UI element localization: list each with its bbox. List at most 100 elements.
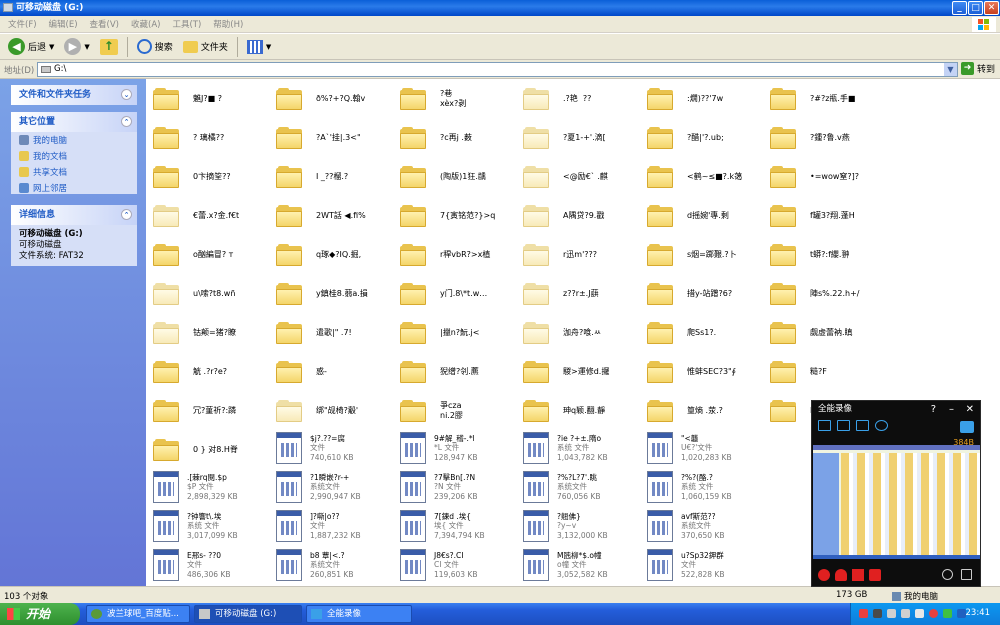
folder-item[interactable]: ?巷 xèx?剥 (393, 81, 513, 117)
folder-item[interactable]: I _??榴.? (269, 159, 389, 195)
tray-icon[interactable] (859, 609, 868, 618)
address-input[interactable]: G:\ ▼ (37, 62, 958, 77)
file-item[interactable]: "<龘 U€?'文件 1,020,283 KB (640, 430, 760, 466)
file-item[interactable]: ]?嘶|o?? 文件 1,887,232 KB (269, 508, 389, 544)
folder-item[interactable]: €蕾.x?金.f€t (146, 198, 266, 234)
details-panel-header[interactable]: 详细信息 ⌃ (11, 205, 137, 225)
folder-item[interactable]: t蟒?:f纓.翀 (763, 237, 883, 273)
search-button[interactable]: 搜索 (133, 36, 177, 58)
menu-favorites[interactable]: 收藏(A) (125, 18, 166, 30)
camera-icon[interactable] (869, 569, 881, 581)
stop-icon[interactable] (852, 569, 864, 581)
folder-item[interactable]: ?夏1-+'.滴[ (516, 120, 636, 156)
task-explorer[interactable]: 可移动磁盘 (G:) (194, 605, 302, 623)
network-icon[interactable] (887, 609, 896, 618)
folder-item[interactable]: 措y-站蹭?6? (640, 276, 760, 312)
folder-item[interactable]: <@励€` .麒 (516, 159, 636, 195)
chevron-up-icon[interactable]: ⌃ (121, 209, 132, 220)
views-button[interactable]: ▼ (243, 36, 275, 58)
close-button[interactable]: ✕ (984, 1, 999, 15)
folder-item[interactable]: d摇婉'專.剩 (640, 198, 760, 234)
folder-item[interactable]: 遣歌|" .7! (269, 315, 389, 351)
place-network[interactable]: 网上邻居 (11, 180, 137, 196)
folder-item[interactable]: •=wow窒?]? (763, 159, 883, 195)
chevron-down-icon[interactable]: ⌄ (121, 89, 132, 100)
task-browser[interactable]: 波兰球吧_百度贴... (86, 605, 190, 623)
folder-item[interactable]: f罐3?翔.蓬H (763, 198, 883, 234)
folder-item[interactable]: 7{寅铭范?}>q (393, 198, 513, 234)
file-item[interactable]: ?钟響t\.埃 系统 文件 3,017,099 KB (146, 508, 266, 544)
settings-icon[interactable] (942, 569, 953, 580)
back-button[interactable]: ◀ 后退 ▼ (4, 36, 58, 58)
menu-help[interactable]: 帮助(H) (207, 18, 249, 30)
folder-item[interactable]: 钴颠=猪?瞭 (146, 315, 266, 351)
place-my-documents[interactable]: 我的文档 (11, 148, 137, 164)
folder-item[interactable]: ð%?+?Q.翰v (269, 81, 389, 117)
folder-item[interactable]: r迅m'??? (516, 237, 636, 273)
folder-item[interactable]: u\嗦?t8.wñ (146, 276, 266, 312)
recorder-minimize-button[interactable]: – (949, 401, 954, 418)
file-item[interactable]: E邢s- ??0 文件 486,306 KB (146, 547, 266, 583)
file-item[interactable]: 9#解_稽-.*l *L 文件 128,947 KB (393, 430, 513, 466)
volume-icon[interactable] (915, 609, 924, 618)
folder-item[interactable]: <鹤~≤■?.k蔼 (640, 159, 760, 195)
folder-item[interactable]: 0 } 对8.H脊 (146, 432, 266, 468)
go-button[interactable]: ➜ 转到 (961, 62, 995, 75)
folder-item[interactable]: ? 璃橘?? (146, 120, 266, 156)
file-item[interactable]: ?翹佛} ?y~v 3,132,000 KB (516, 508, 636, 544)
folder-item[interactable]: 陣s%.22.h+/ (763, 276, 883, 312)
file-item[interactable]: $j?.??=腐 文件 740,610 KB (269, 430, 389, 466)
maximize-button[interactable]: □ (968, 1, 983, 15)
file-item[interactable]: 7[鍊d .埃{埃{ 文件 7,394,794 KB (393, 508, 513, 544)
folder-item[interactable]: 冗?菫祈?:蹸 (146, 393, 266, 429)
folder-item[interactable]: 爬Ss1?. (640, 315, 760, 351)
folder-item[interactable]: :燗)??'7w (640, 81, 760, 117)
other-places-header[interactable]: 其它位置 ⌃ (11, 112, 137, 132)
folder-item[interactable]: 0卞摘筌?? (146, 159, 266, 195)
folder-item[interactable]: ?鍾?鲁.v燕 (763, 120, 883, 156)
folder-item[interactable]: 惑- (269, 354, 389, 390)
folder-item[interactable]: q琢◆?IQ.掘, (269, 237, 389, 273)
folder-item[interactable]: y鎮桂8.蒻a.損 (269, 276, 389, 312)
folder-item[interactable]: ?c再j .薮 (393, 120, 513, 156)
folder-item[interactable]: 惟蚌SEC?3"∮ (640, 354, 760, 390)
folder-item[interactable]: s烟=踯艱.?卜 (640, 237, 760, 273)
tray-icon[interactable] (943, 609, 952, 618)
menu-view[interactable]: 查看(V) (84, 18, 125, 30)
folder-item[interactable]: 爭cza ni.2膠 (393, 393, 513, 429)
folder-item[interactable]: 觥 .?r?e? (146, 354, 266, 390)
file-item[interactable]: avf斯范?? 系统文件 370,650 KB (640, 508, 760, 544)
refresh-icon[interactable] (875, 420, 888, 431)
file-item[interactable]: J8€s?.CI CI 文件 119,603 KB (393, 547, 513, 583)
folder-item[interactable]: ?A`'挂|.3<" (269, 120, 389, 156)
clock[interactable]: 23:41 (966, 608, 991, 618)
folder-item[interactable]: o酗編冒? т (146, 237, 266, 273)
chevron-down-icon[interactable]: ▼ (944, 63, 957, 76)
file-item[interactable]: ?7擊Bn[.?N ?N 文件 239,206 KB (393, 469, 513, 505)
folder-item[interactable]: 觑虚蕾衲.瞋 (763, 315, 883, 351)
folder-item[interactable]: (陶版)1狂.龋 (393, 159, 513, 195)
window-icon[interactable] (856, 420, 869, 431)
help-button[interactable]: ? (931, 401, 936, 418)
place-my-computer[interactable]: 我的电脑 (11, 132, 137, 148)
folder-item[interactable]: 魋J?■ ? (146, 81, 266, 117)
fullscreen-icon[interactable] (837, 420, 850, 431)
folder-item[interactable]: 猊缯?刢.藨 (393, 354, 513, 390)
file-item[interactable]: b8 蕈|<.? 系统文件 260,851 KB (269, 547, 389, 583)
window-titlebar[interactable]: 可移动磁盘 (G:) _ □ ✕ (0, 0, 1000, 16)
tray-icon[interactable] (873, 609, 882, 618)
recorder-titlebar[interactable]: 全能录像 ? – ✕ (812, 401, 980, 418)
folder-item[interactable]: 騣>運修d.攞 (516, 354, 636, 390)
folder-item[interactable]: 篁熵 .荥.? (640, 393, 760, 429)
file-item[interactable]: u?Sp32鉀群 文件 522,828 KB (640, 547, 760, 583)
tasks-panel-header[interactable]: 文件和文件夹任务 ⌄ (11, 85, 137, 105)
menu-file[interactable]: 文件(F) (2, 18, 43, 30)
start-button[interactable]: 开始 (0, 603, 80, 625)
folder-item[interactable]: r稈vbR?>x植 (393, 237, 513, 273)
folders-button[interactable]: 文件夹 (179, 36, 232, 58)
recorder-window[interactable]: 全能录像 ? – ✕ 384B (811, 400, 981, 587)
folder-item[interactable]: A隅贷?9.戳 (516, 198, 636, 234)
folder-item[interactable]: 绑"觇椅?觳' (269, 393, 389, 429)
file-item[interactable]: M瓲柳*$.o幢 o幢 文件 3,052,582 KB (516, 547, 636, 583)
record-icon[interactable] (818, 569, 830, 581)
